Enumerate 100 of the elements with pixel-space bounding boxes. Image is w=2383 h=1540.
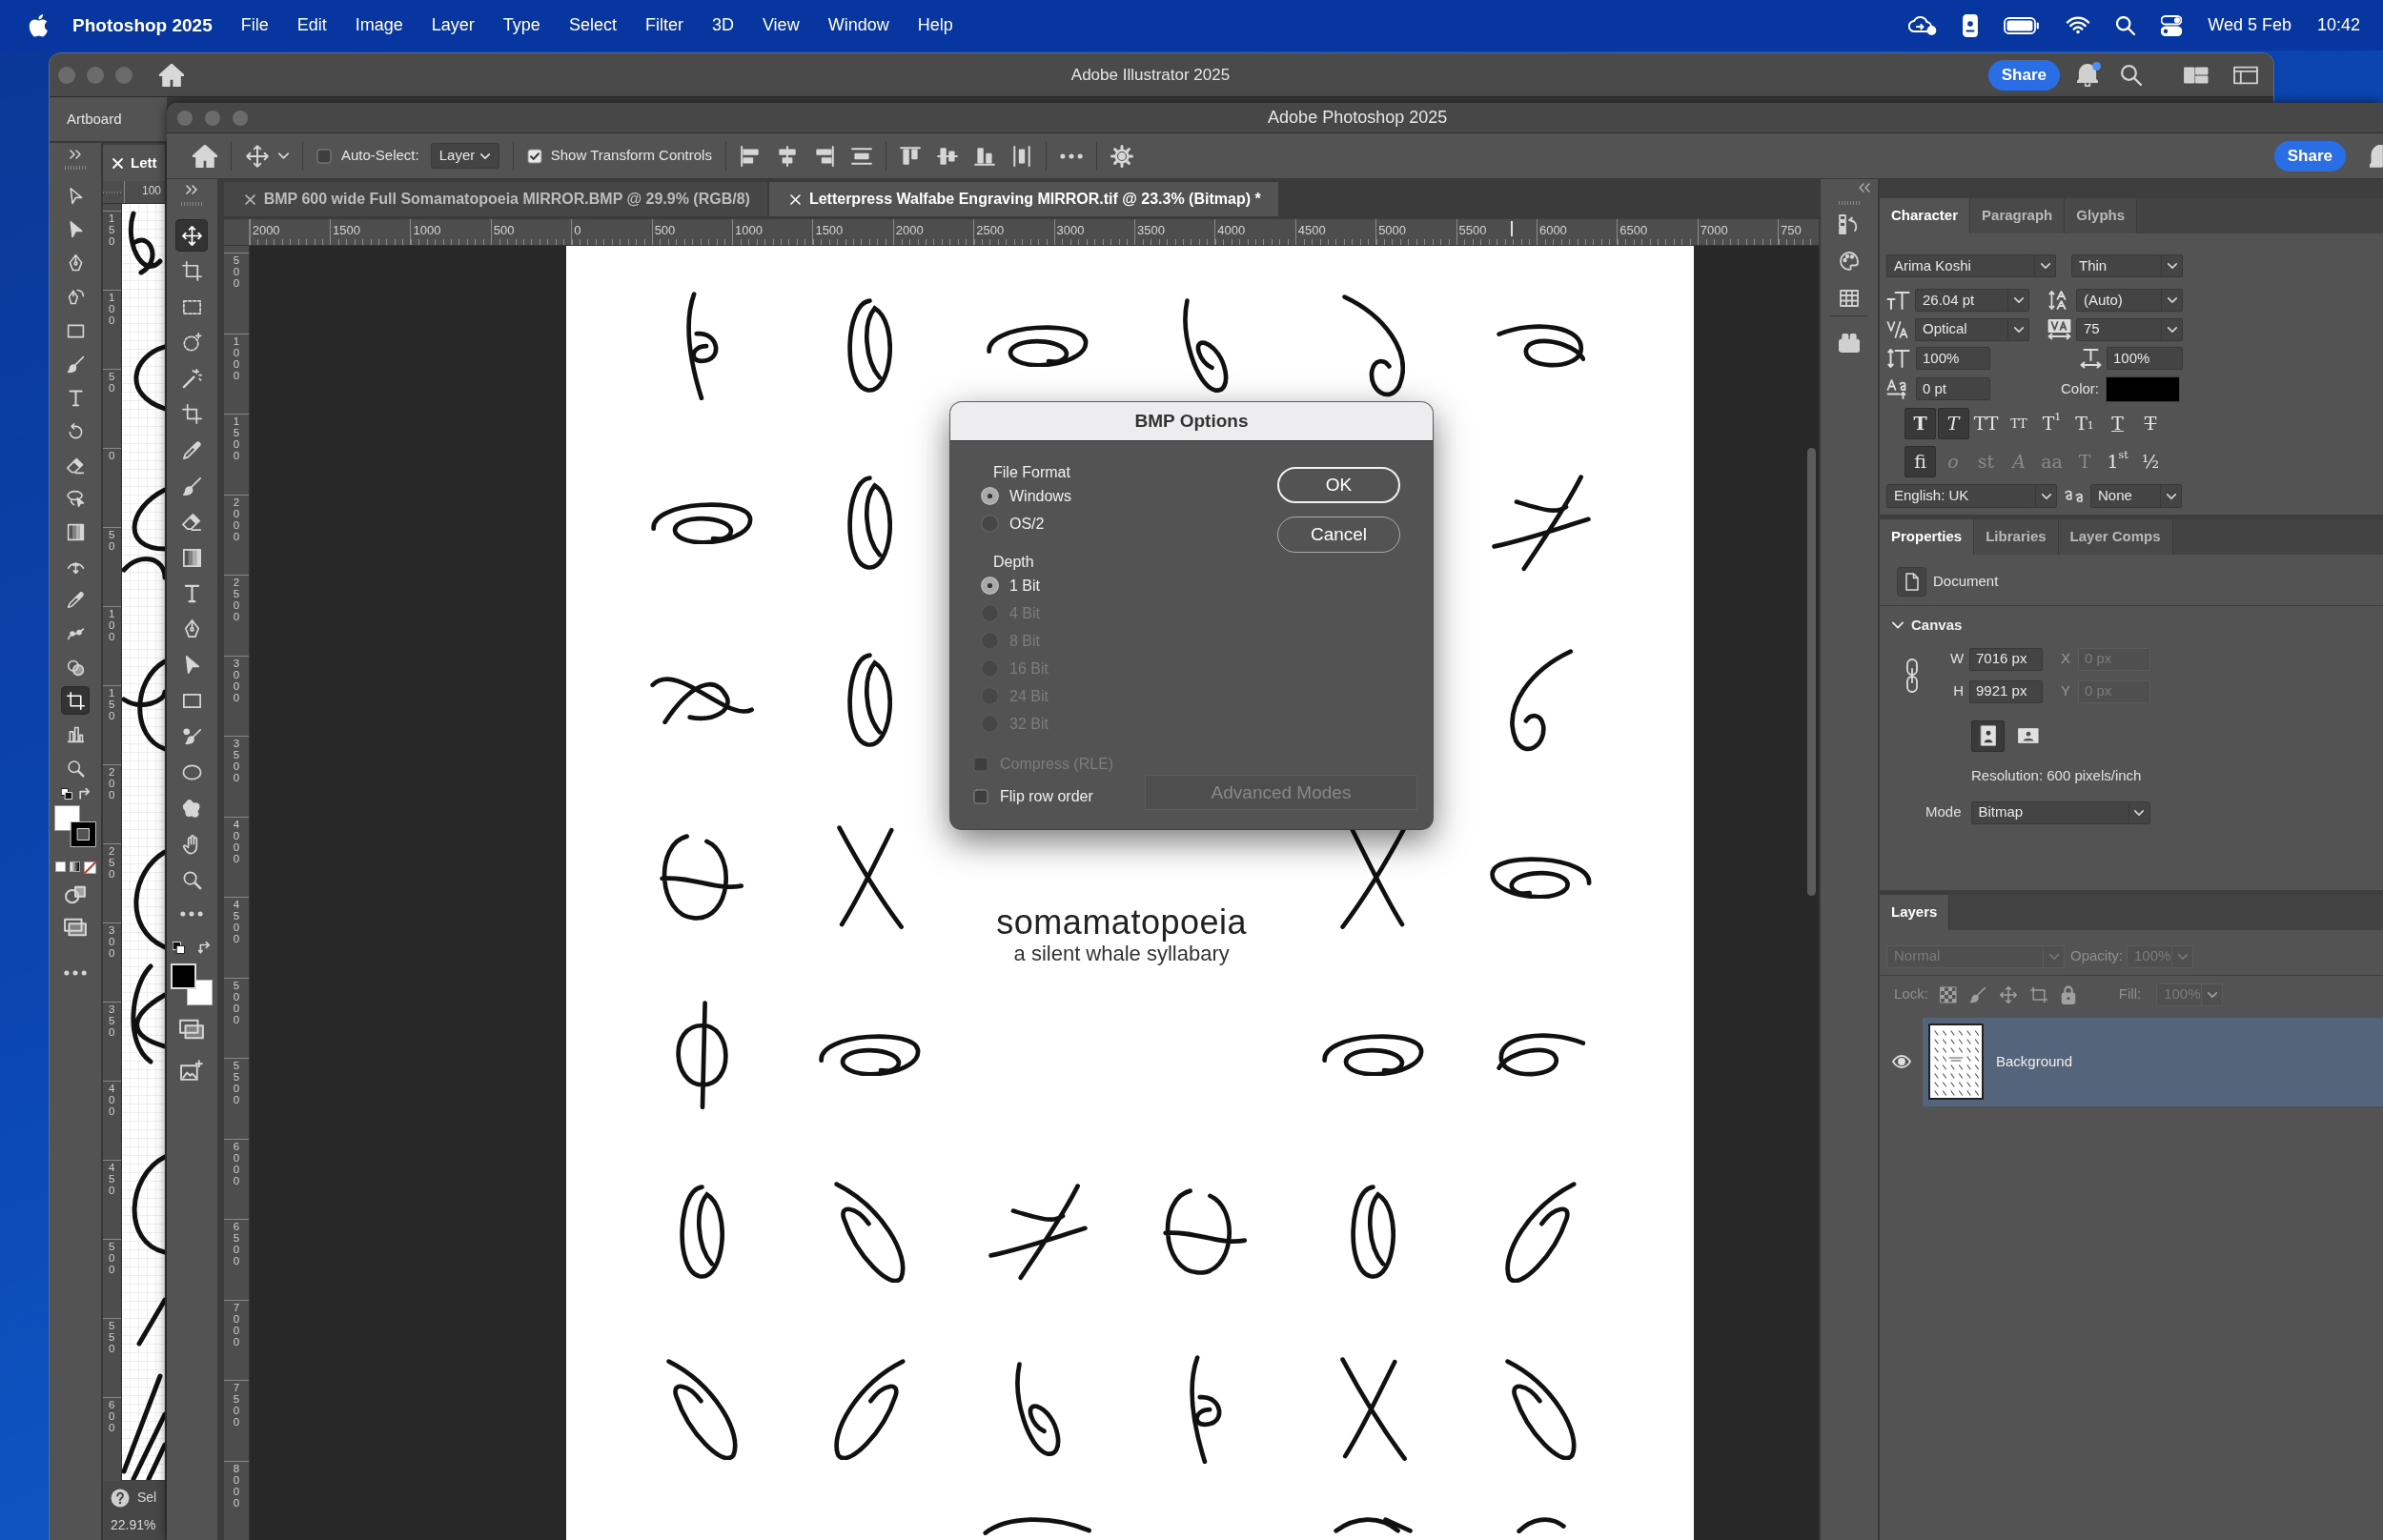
scrollbar-thumb[interactable]: [1806, 448, 1816, 896]
search-icon[interactable]: [2121, 64, 2142, 86]
baseline-shift-field[interactable]: 0 pt: [1916, 377, 1990, 400]
solid-color-swatch-icon[interactable]: [54, 861, 66, 873]
dimension-field[interactable]: 7016 px: [1969, 647, 2043, 671]
image-sparkle-icon[interactable]: [180, 1060, 204, 1082]
menu-item[interactable]: Select: [568, 14, 617, 36]
opentype-button[interactable]: ½: [2134, 446, 2167, 477]
color-mode-select[interactable]: Bitmap: [1970, 800, 2150, 824]
tracking-select[interactable]: 75: [2076, 317, 2183, 341]
align-top-edges-icon[interactable]: [899, 145, 921, 167]
help-icon[interactable]: [111, 1489, 130, 1508]
drag-grip[interactable]: [1838, 201, 1860, 205]
move-lock-icon[interactable]: [1998, 984, 2018, 1004]
radio-button[interactable]: [981, 577, 999, 595]
portrait-icon[interactable]: [1971, 719, 2005, 752]
panel-tab[interactable]: Layers: [1880, 894, 1950, 930]
drag-grip[interactable]: [65, 166, 86, 170]
gradient-swatch-icon[interactable]: [69, 861, 80, 873]
frame-corners-icon[interactable]: [61, 686, 90, 716]
toggle-switches-icon[interactable]: [2161, 14, 2183, 36]
opentype-button[interactable]: fi: [1904, 446, 1936, 477]
no-color-swatch-icon[interactable]: [83, 861, 96, 875]
menu-item[interactable]: Type: [502, 14, 540, 36]
battery-icon[interactable]: [2004, 16, 2041, 34]
antialiasing-select[interactable]: None: [2090, 484, 2182, 508]
link-icon[interactable]: [1904, 657, 1920, 694]
app-menu[interactable]: Photoshop 2025: [72, 13, 213, 37]
double-chevron-icon[interactable]: [1859, 183, 1870, 192]
kerning-select[interactable]: Optical: [1915, 317, 2029, 341]
document-tab[interactable]: Lett: [103, 145, 165, 181]
document-tab[interactable]: BMP 600 wide Full Somamatopoeia MIRROR.BMP @ 29.9% (RGB/8): [223, 182, 767, 216]
plugin-block-icon[interactable]: [1837, 334, 1861, 353]
align-right-edges-icon[interactable]: [813, 145, 835, 167]
align-left-edges-icon[interactable]: [739, 145, 761, 167]
stacked-rectangles-icon[interactable]: [179, 1019, 205, 1041]
horizontal-scale-field[interactable]: 100%: [2107, 347, 2183, 370]
align-vertical-centers-icon[interactable]: [936, 145, 958, 167]
section-title[interactable]: Canvas: [1911, 617, 1963, 635]
brush-lock-icon[interactable]: [1967, 984, 1987, 1004]
more-icon[interactable]: [64, 970, 87, 977]
home-icon[interactable]: [159, 63, 184, 87]
move-arrows-icon[interactable]: [175, 219, 209, 252]
menu-item[interactable]: Help: [917, 14, 953, 36]
type-style-button[interactable]: T: [1937, 408, 1969, 439]
drag-grip[interactable]: [181, 202, 203, 206]
dimension-field[interactable]: 9921 px: [1969, 679, 2043, 703]
menu-item[interactable]: 3D: [711, 14, 734, 36]
type-style-button[interactable]: T: [2102, 408, 2133, 439]
align-horizontal-centers-icon[interactable]: [776, 145, 798, 167]
font-size-select[interactable]: 26.04 pt: [1915, 289, 2029, 312]
default-colors-icon[interactable]: [60, 788, 72, 800]
swap-arrow-icon[interactable]: [198, 942, 212, 955]
text-color-swatch[interactable]: [2106, 375, 2180, 402]
apple-icon[interactable]: [29, 13, 48, 37]
stacked-rectangles-icon[interactable]: [64, 918, 87, 938]
chevron-down-icon[interactable]: [278, 152, 289, 159]
panel-tab[interactable]: Libraries: [1974, 519, 2059, 555]
type-style-button[interactable]: TT: [1970, 408, 2002, 439]
align-bottom-edges-icon[interactable]: [973, 145, 995, 167]
zoom-level[interactable]: 22.91%: [111, 1517, 165, 1534]
font-family-select[interactable]: Arima Koshi: [1886, 254, 2056, 277]
checkerboard-lock-icon[interactable]: [1939, 985, 1957, 1003]
vertical-scale-field[interactable]: 100%: [1916, 347, 1990, 370]
layer-row[interactable]: Background: [1923, 1017, 2383, 1106]
table-grid-icon[interactable]: [1837, 287, 1861, 310]
distribute-vertical-icon[interactable]: [850, 145, 872, 167]
type-style-button[interactable]: TT: [2003, 408, 2035, 439]
opentype-button[interactable]: 1$^{st}$: [2102, 446, 2133, 477]
menu-item[interactable]: Filter: [644, 14, 683, 36]
panel-tab[interactable]: Properties: [1880, 519, 1975, 555]
menu-item[interactable]: Window: [827, 14, 889, 36]
artboard-lock-icon[interactable]: [2028, 984, 2048, 1004]
share-button[interactable]: Share: [2273, 140, 2346, 172]
checkbox[interactable]: [316, 148, 332, 164]
panel-tab[interactable]: Glyphs: [2065, 198, 2138, 233]
lock-icon[interactable]: [2059, 984, 2077, 1004]
menu-item[interactable]: Image: [355, 14, 403, 36]
search-icon[interactable]: [2116, 15, 2136, 35]
settings-icon[interactable]: [1110, 144, 1133, 168]
wifi-icon[interactable]: [2066, 15, 2091, 35]
panel-tab[interactable]: Character: [1880, 198, 1971, 233]
palette-icon[interactable]: [1837, 250, 1861, 273]
cloud-sync-icon[interactable]: [1908, 13, 1938, 37]
swap-arrow-icon[interactable]: [78, 788, 91, 800]
panel-tab[interactable]: Layer Comps: [2058, 519, 2173, 555]
more-icon[interactable]: [180, 911, 204, 918]
foreground-color-swatch-icon[interactable]: [171, 963, 197, 990]
eye-icon[interactable]: [1891, 1055, 1911, 1068]
share-button[interactable]: Share: [1987, 59, 2060, 91]
double-chevron-icon[interactable]: [186, 185, 198, 194]
default-colors-icon[interactable]: [173, 942, 186, 955]
language-select[interactable]: English: UK: [1886, 484, 2057, 508]
checkbox[interactable]: [973, 789, 988, 804]
home-icon[interactable]: [193, 144, 217, 168]
font-style-select[interactable]: Thin: [2071, 254, 2183, 277]
radio-button[interactable]: [981, 487, 999, 505]
menu-item[interactable]: File: [240, 14, 269, 36]
double-chevron-icon[interactable]: [70, 150, 81, 159]
panel-layout-icon[interactable]: [2233, 65, 2258, 85]
